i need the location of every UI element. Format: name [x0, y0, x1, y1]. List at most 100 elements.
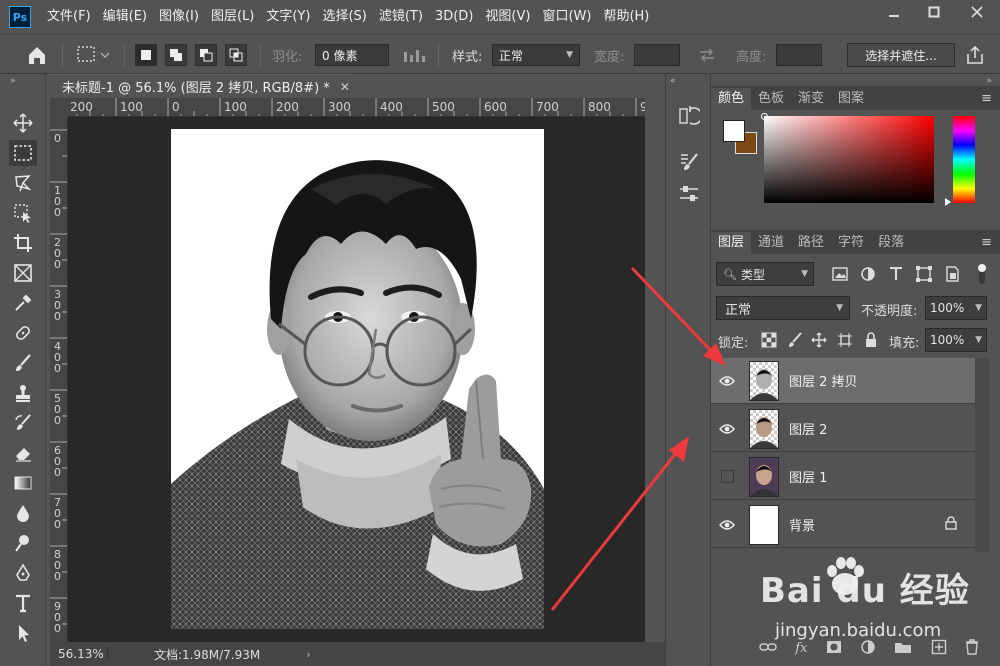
collapse-right-panels-icon[interactable]: » [986, 76, 992, 86]
document-canvas[interactable] [171, 129, 544, 629]
chevron-right-icon[interactable]: › [306, 648, 310, 661]
menu-edit[interactable]: 编辑(E) [97, 0, 153, 34]
tab-paths[interactable]: 路径 [791, 232, 831, 254]
lock-position-icon[interactable] [811, 332, 827, 348]
brush-settings-icon[interactable] [675, 148, 703, 176]
gradient-tool-icon[interactable] [9, 470, 37, 496]
tab-paragraph[interactable]: 段落 [871, 232, 911, 254]
healing-brush-tool-icon[interactable] [9, 320, 37, 346]
eraser-tool-icon[interactable] [9, 440, 37, 466]
visibility-toggle[interactable] [711, 470, 743, 483]
style-select[interactable]: 正常 ▼ [492, 44, 580, 66]
new-group-icon[interactable] [894, 640, 912, 657]
fill-input[interactable]: 100% ▼ [925, 328, 987, 352]
width-input[interactable] [634, 44, 680, 66]
new-adjustment-icon[interactable] [860, 639, 876, 658]
tab-channels[interactable]: 通道 [751, 232, 791, 254]
marquee-preset-icon[interactable] [76, 43, 110, 67]
lock-all-icon[interactable] [863, 332, 879, 348]
menu-image[interactable]: 图像(I) [153, 0, 205, 34]
tab-color[interactable]: 颜色 [711, 88, 752, 110]
height-input[interactable] [776, 44, 822, 66]
menu-window[interactable]: 窗口(W) [536, 0, 597, 34]
subtract-selection-button[interactable] [195, 44, 217, 66]
visibility-toggle[interactable] [711, 423, 743, 435]
layer-name[interactable]: 背景 [789, 515, 815, 534]
move-tool-icon[interactable] [9, 110, 37, 136]
type-tool-icon[interactable] [9, 590, 37, 616]
clone-stamp-tool-icon[interactable] [9, 380, 37, 406]
tab-character[interactable]: 字符 [831, 232, 871, 254]
opacity-input[interactable]: 100% ▼ [925, 296, 987, 320]
panel-menu-icon[interactable]: ≡ [981, 91, 992, 106]
history-brush-tool-icon[interactable] [9, 410, 37, 436]
menu-help[interactable]: 帮助(H) [597, 0, 655, 34]
document-tab[interactable]: 未标题-1 @ 56.1% (图层 2 拷贝, RGB/8#) * ✕ [50, 74, 350, 98]
color-field[interactable] [761, 113, 934, 203]
layers-scrollbar[interactable] [975, 358, 989, 552]
add-mask-icon[interactable] [826, 640, 842, 657]
lock-transparent-icon[interactable] [761, 332, 777, 348]
hue-slider[interactable] [953, 116, 975, 203]
layer-row-background[interactable]: 背景 [711, 502, 975, 548]
close-document-icon[interactable]: ✕ [340, 80, 350, 94]
filter-pixel-icon[interactable] [831, 265, 849, 283]
collapse-toolbar-icon[interactable]: » [10, 76, 16, 86]
filter-shape-icon[interactable] [915, 265, 933, 283]
brush-tool-icon[interactable] [9, 350, 37, 376]
home-icon[interactable] [26, 43, 48, 67]
color-picker-marker[interactable] [761, 113, 768, 120]
canvas-area[interactable] [68, 117, 645, 642]
menu-3d[interactable]: 3D(D) [429, 0, 479, 34]
menu-filter[interactable]: 滤镜(T) [373, 0, 429, 34]
history-panel-icon[interactable] [675, 102, 703, 130]
close-icon[interactable] [954, 0, 1000, 24]
lock-icon[interactable] [945, 516, 957, 533]
lock-pixels-icon[interactable] [787, 332, 803, 348]
fx-icon[interactable]: fx [795, 641, 807, 656]
tab-gradients[interactable]: 渐变 [791, 88, 831, 110]
document-info[interactable]: 文档:1.98M/7.93M [154, 646, 260, 663]
path-selection-tool-icon[interactable] [9, 620, 37, 646]
dodge-tool-icon[interactable] [9, 530, 37, 556]
intersect-selection-button[interactable] [225, 44, 247, 66]
layer-name[interactable]: 图层 2 [789, 419, 827, 438]
maximize-icon[interactable] [914, 0, 954, 24]
add-selection-button[interactable] [165, 44, 187, 66]
tab-layers[interactable]: 图层 [711, 232, 752, 254]
blur-tool-icon[interactable] [9, 500, 37, 526]
anti-alias-icon[interactable] [402, 43, 428, 67]
tab-swatches[interactable]: 色板 [751, 88, 791, 110]
collapse-panels-icon[interactable]: « [670, 76, 676, 86]
feather-input[interactable]: 0 像素 [315, 44, 389, 66]
filter-toggle[interactable] [975, 262, 989, 286]
new-selection-button[interactable] [135, 44, 157, 66]
object-selection-tool-icon[interactable] [9, 200, 37, 226]
swap-dimensions-icon[interactable] [697, 43, 717, 67]
pen-tool-icon[interactable] [9, 560, 37, 586]
eyedropper-tool-icon[interactable] [9, 290, 37, 316]
layer-row-layer-2[interactable]: 图层 2 [711, 406, 975, 452]
filter-smart-object-icon[interactable] [943, 265, 961, 283]
minimize-icon[interactable] [874, 0, 914, 24]
visibility-toggle[interactable] [711, 519, 743, 531]
panel-menu-icon[interactable]: ≡ [981, 235, 992, 250]
select-and-mask-button[interactable]: 选择并遮住... [847, 43, 955, 67]
link-layers-icon[interactable] [759, 640, 777, 657]
filter-type-icon[interactable] [887, 265, 905, 283]
new-layer-icon[interactable] [931, 639, 947, 658]
layer-filter-select[interactable]: 🔍︎ 类型 ▼ [716, 262, 814, 286]
zoom-level[interactable]: 56.13% [58, 647, 108, 661]
lasso-tool-icon[interactable] [9, 170, 37, 196]
hue-slider-handle[interactable] [945, 198, 951, 206]
menu-view[interactable]: 视图(V) [479, 0, 536, 34]
filter-adjustment-icon[interactable] [859, 265, 877, 283]
layer-name[interactable]: 图层 1 [789, 467, 827, 486]
share-icon[interactable] [964, 43, 986, 67]
menu-file[interactable]: 文件(F) [41, 0, 97, 34]
rectangular-marquee-tool-icon[interactable] [9, 140, 37, 166]
blend-mode-select[interactable]: 正常 ▼ [716, 296, 850, 320]
lock-artboard-icon[interactable] [837, 332, 853, 348]
menu-select[interactable]: 选择(S) [316, 0, 372, 34]
layer-row-layer-2-copy[interactable]: 图层 2 拷贝 [711, 358, 975, 404]
